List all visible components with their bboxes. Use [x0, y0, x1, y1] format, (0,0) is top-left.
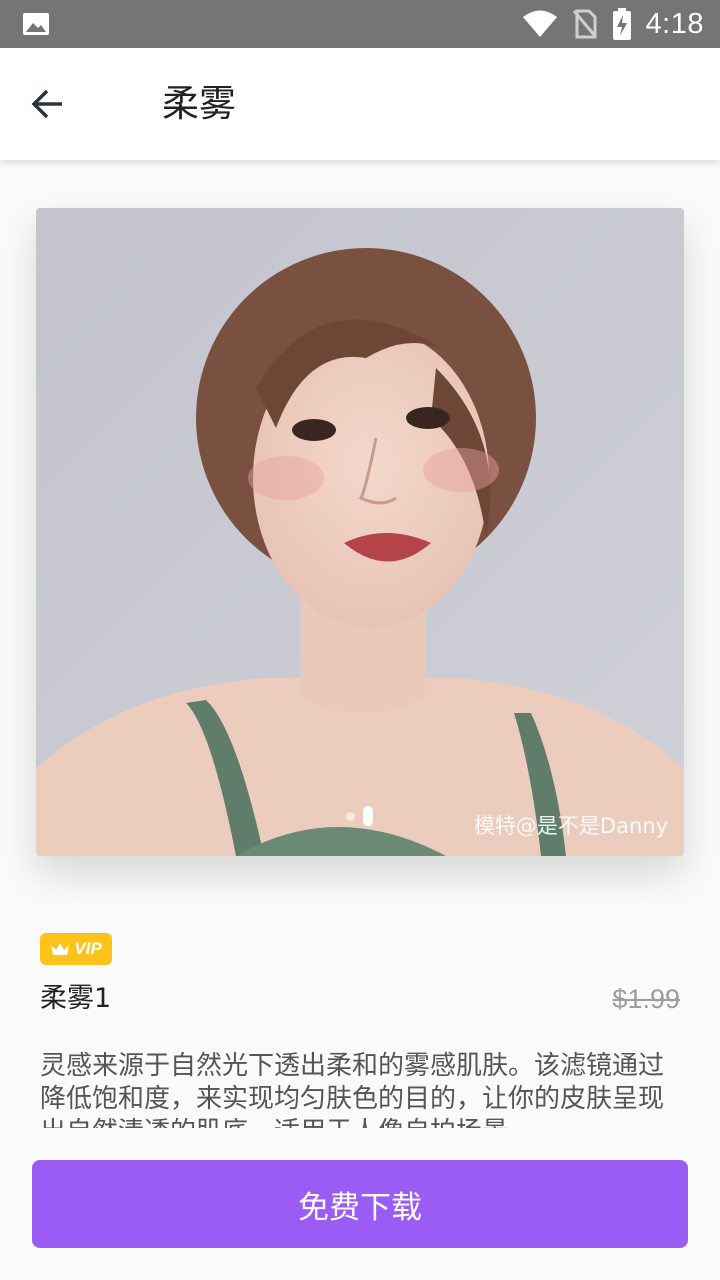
status-bar: 4:18	[0, 0, 720, 48]
app-bar: 柔雾	[0, 48, 720, 160]
image-icon	[23, 13, 49, 35]
battery-charging-icon	[612, 8, 631, 40]
back-button[interactable]	[24, 80, 72, 128]
crown-icon	[51, 943, 70, 955]
status-time: 4:18	[645, 7, 704, 40]
model-watermark: 模特@是不是Danny	[473, 814, 668, 838]
vip-label: VIP	[74, 939, 102, 958]
vip-badge: VIP	[40, 933, 112, 965]
filter-name: 柔雾1	[40, 983, 112, 1014]
filter-description: 灵感来源于自然光下透出柔和的雾感肌肤。该滤镜通过降低饱和度，来实现均匀肤色的目的…	[40, 1051, 665, 1128]
arrow-back-icon	[31, 89, 62, 119]
original-price: $1.99	[612, 984, 680, 1014]
free-download-button[interactable]: 免费下载	[32, 1160, 688, 1248]
page-indicator	[346, 806, 373, 826]
page-dot	[346, 811, 355, 821]
filter-preview-image[interactable]: 模特@是不是Danny	[36, 208, 684, 856]
page-dot-active	[363, 806, 373, 826]
no-sim-icon	[572, 9, 597, 39]
portrait-photo	[36, 208, 684, 856]
wifi-icon	[522, 10, 557, 37]
page-title: 柔雾	[162, 82, 236, 125]
